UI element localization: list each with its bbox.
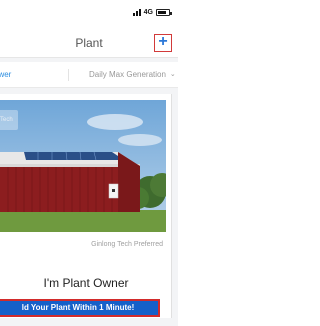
signal-icon bbox=[132, 9, 141, 16]
sort-dropdown[interactable]: Daily Max Generation ⌄ bbox=[89, 70, 176, 79]
photo-caption: Ginlong Tech Preferred bbox=[91, 241, 163, 248]
photo-badge: Tech bbox=[0, 110, 18, 130]
build-plant-button[interactable]: ld Your Plant Within 1 Minute! bbox=[0, 299, 160, 317]
network-type: 4G bbox=[143, 9, 153, 16]
plant-photo: Tech bbox=[0, 100, 166, 232]
blank-area bbox=[178, 0, 255, 326]
page-title: Plant bbox=[75, 36, 103, 50]
chevron-down-icon: ⌄ bbox=[169, 71, 176, 78]
app-screen: 4G Plant + ower Daily Max Generation ⌄ bbox=[0, 0, 178, 326]
status-bar: 4G bbox=[0, 0, 178, 28]
add-plant-button[interactable]: + bbox=[154, 34, 172, 52]
filter-bar: ower Daily Max Generation ⌄ bbox=[0, 62, 178, 88]
filter-tab-power[interactable]: ower bbox=[0, 70, 11, 79]
owner-title: I'm Plant Owner bbox=[43, 276, 129, 290]
nav-bar: Plant + bbox=[0, 28, 178, 58]
battery-icon bbox=[156, 9, 172, 16]
status-indicators: 4G bbox=[132, 9, 172, 16]
plant-owner-card: Tech Ginlong Tech Preferred I'm Plant Ow… bbox=[0, 94, 172, 318]
sort-dropdown-label: Daily Max Generation bbox=[89, 70, 166, 79]
filter-divider bbox=[68, 69, 69, 81]
